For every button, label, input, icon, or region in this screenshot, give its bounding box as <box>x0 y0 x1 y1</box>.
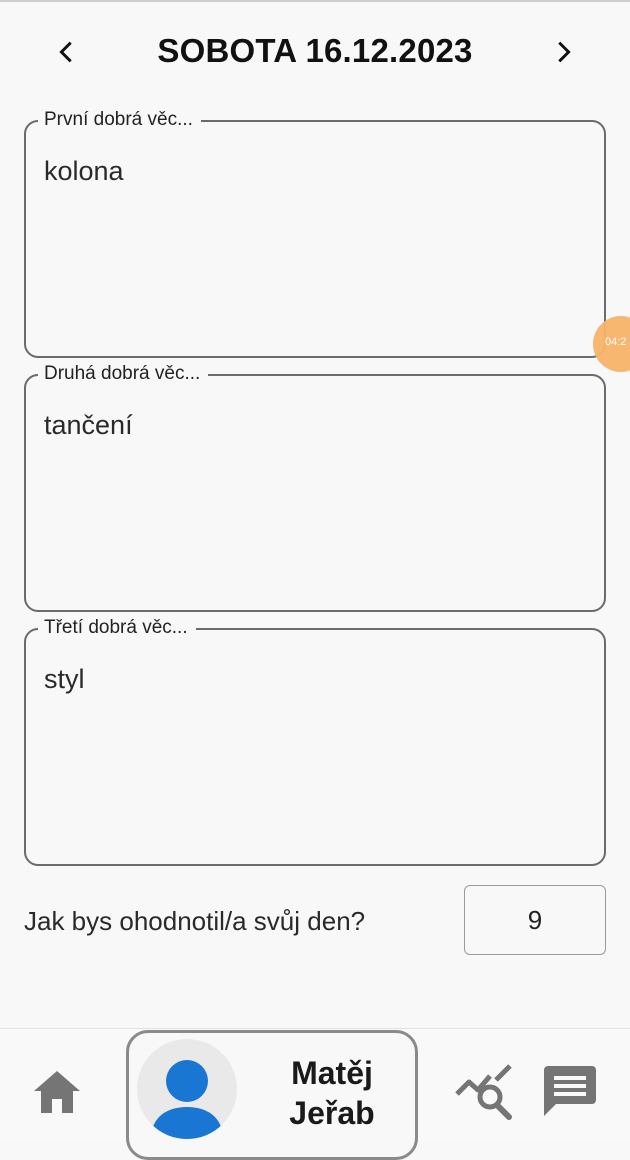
badge-text: 04:2 <box>605 336 627 348</box>
profile-last-name: Jeřab <box>289 1095 375 1131</box>
date-header: SOBOTA 16.12.2023 <box>0 20 630 84</box>
field-value[interactable]: tančení <box>44 410 586 441</box>
field-label: První dobrá věc... <box>38 110 201 130</box>
home-icon <box>34 1071 80 1113</box>
chevron-right-icon <box>558 41 571 63</box>
person-icon <box>151 1060 223 1139</box>
top-divider <box>0 0 630 2</box>
field-label: Třetí dobrá věc... <box>38 618 196 638</box>
profile-first-name: Matěj <box>291 1055 373 1091</box>
next-day-button[interactable] <box>542 30 586 74</box>
profile-name: Matěj Jeřab <box>257 1053 407 1133</box>
profile-button[interactable]: Matěj Jeřab <box>126 1030 418 1160</box>
avatar <box>137 1039 237 1139</box>
first-good-thing-field[interactable]: První dobrá věc... kolona <box>24 110 606 358</box>
chat-icon <box>544 1066 596 1116</box>
previous-day-button[interactable] <box>44 30 88 74</box>
field-value[interactable]: styl <box>44 664 586 695</box>
day-rating-input[interactable]: 9 <box>464 885 606 955</box>
chart-search-icon <box>455 1064 512 1120</box>
statistics-button[interactable] <box>454 1064 516 1122</box>
field-label: Druhá dobrá věc... <box>38 364 209 384</box>
home-button[interactable] <box>32 1069 82 1115</box>
third-good-thing-field[interactable]: Třetí dobrá věc... styl <box>24 618 606 866</box>
day-rating-question: Jak bys ohodnotil/a svůj den? <box>24 906 366 936</box>
field-value[interactable]: kolona <box>44 156 586 187</box>
page-title: SOBOTA 16.12.2023 <box>157 32 473 69</box>
second-good-thing-field[interactable]: Druhá dobrá věc... tančení <box>24 364 606 612</box>
chevron-left-icon <box>59 41 72 63</box>
messages-button[interactable] <box>542 1064 598 1118</box>
